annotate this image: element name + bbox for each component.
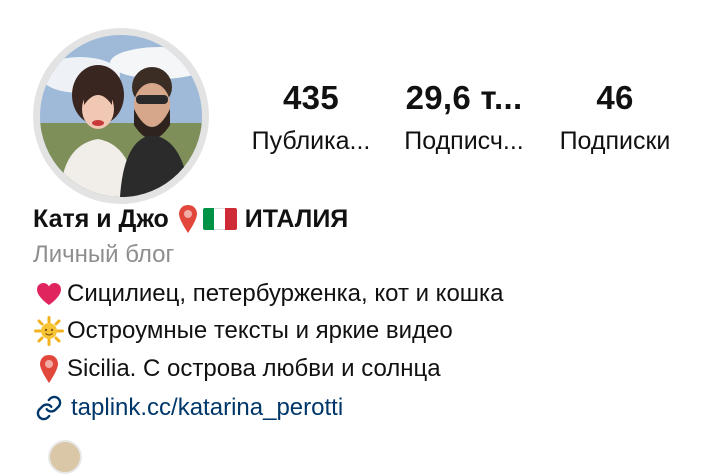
bio-text-1: Сицилиец, петербурженка, кот и кошка	[67, 280, 504, 307]
following-label: Подписки	[559, 127, 671, 155]
following-count: 46	[596, 79, 634, 116]
posts-label: Публика...	[251, 127, 371, 155]
profile-category: Личный блог	[33, 241, 175, 268]
highlight-avatar[interactable]	[48, 440, 82, 474]
profile-link-text[interactable]: taplink.cc/katarina_perotti	[71, 392, 343, 424]
profile-name-suffix: ИТАЛИЯ	[244, 204, 349, 233]
avatar-photo	[40, 35, 202, 197]
profile-name-row: Катя и Джо ИТАЛИЯ	[33, 203, 348, 235]
heart-icon	[33, 278, 65, 310]
profile-link[interactable]: taplink.cc/katarina_perotti	[33, 392, 343, 424]
sun-icon	[33, 315, 65, 347]
followers-count: 29,6 т...	[405, 79, 523, 116]
profile-name: Катя и Джо	[33, 204, 169, 233]
avatar[interactable]	[40, 35, 202, 197]
stat-following[interactable]: 46 Подписки	[540, 80, 690, 156]
bio-text-3: Sicilia. С острова любви и солнца	[67, 355, 441, 382]
italy-flag-icon	[202, 208, 237, 230]
pin-icon	[33, 353, 65, 385]
bio-text-2: Остроумные тексты и яркие видео	[67, 317, 453, 344]
followers-label: Подписч...	[404, 127, 524, 155]
stat-posts[interactable]: 435 Публика...	[236, 80, 386, 156]
posts-count: 435	[283, 79, 339, 116]
bio-line-3: Sicilia. С острова любви и солнца	[33, 353, 441, 385]
stat-followers[interactable]: 29,6 т... Подписч...	[389, 80, 539, 156]
bio-line-2: Остроумные тексты и яркие видео	[33, 315, 453, 347]
bio-line-1: Сицилиец, петербурженка, кот и кошка	[33, 278, 503, 310]
pin-icon	[177, 204, 199, 234]
link-icon	[33, 392, 65, 424]
